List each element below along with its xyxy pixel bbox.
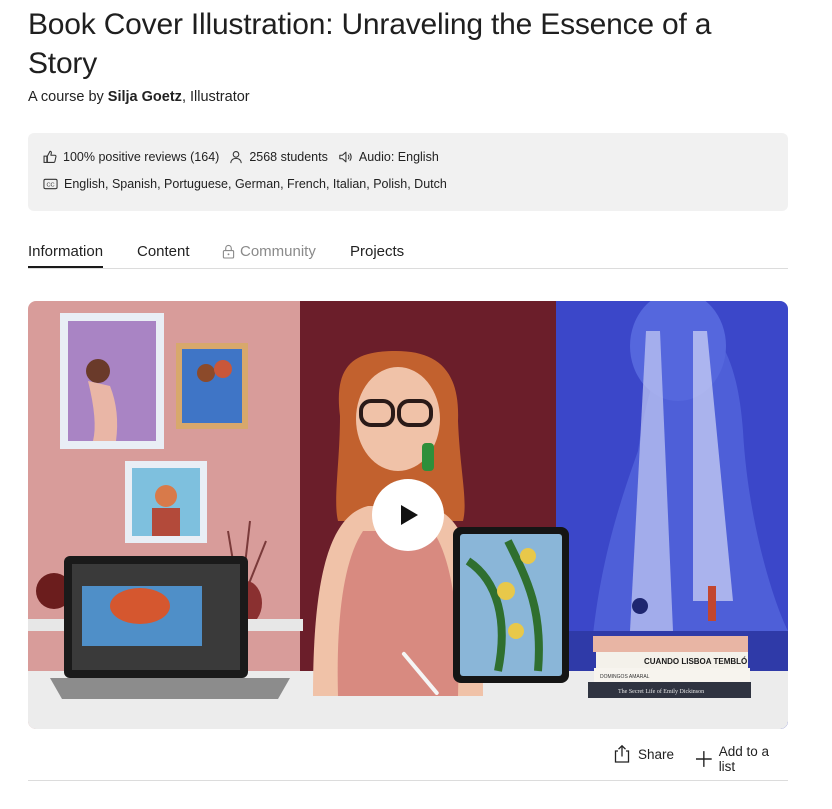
- laptop-artwork-figure: [110, 588, 170, 624]
- course-stats-panel: 100% positive reviews (164) 2568 student…: [28, 133, 788, 211]
- share-icon: [614, 744, 630, 763]
- subtitles-stat: CC English, Spanish, Portuguese, German,…: [43, 177, 447, 191]
- frame-couple-head-1: [197, 364, 215, 382]
- book-bottom-title: The Secret Life of Emily Dickinson: [618, 688, 704, 695]
- frame-dancer-head: [86, 359, 110, 383]
- students-text: 2568 students: [249, 150, 328, 164]
- lock-icon: [222, 244, 235, 259]
- user-icon: [230, 151, 243, 164]
- byline: A course by Silja Goetz, Illustrator: [28, 89, 250, 105]
- svg-text:CC: CC: [46, 182, 54, 188]
- subtitles-text: English, Spanish, Portuguese, German, Fr…: [64, 177, 447, 191]
- tab-content-label: Content: [137, 242, 190, 260]
- sitting-figure: [632, 598, 648, 614]
- tablet-flower-2: [520, 548, 536, 564]
- section-divider: [28, 780, 788, 781]
- author-role: , Illustrator: [181, 89, 250, 105]
- speaker-icon: [339, 151, 352, 163]
- standing-figure: [708, 586, 716, 621]
- closed-captions-icon: CC: [43, 178, 58, 190]
- subtitles-row: CC English, Spanish, Portuguese, German,…: [43, 177, 457, 191]
- frame-portrait-body: [152, 508, 180, 536]
- share-label: Share: [638, 746, 675, 762]
- stats-row: 100% positive reviews (164) 2568 student…: [43, 150, 449, 164]
- play-button[interactable]: [372, 479, 444, 551]
- course-title: Book Cover Illustration: Unraveling the …: [28, 8, 712, 80]
- laptop-base: [50, 678, 290, 699]
- add-to-list-button[interactable]: Add to a list: [695, 744, 788, 774]
- thumbs-up-icon: [43, 150, 57, 163]
- tab-projects-label: Projects: [350, 242, 405, 260]
- share-button[interactable]: Share: [612, 744, 674, 764]
- tab-content[interactable]: Content: [137, 240, 190, 262]
- frame-couple-head-2: [214, 360, 232, 378]
- book-top: [593, 636, 748, 652]
- byline-prefix: A course by: [28, 89, 108, 105]
- course-trailer-video[interactable]: CUANDO LISBOA TEMBLÓ DOMINGOS AMARAL The…: [28, 301, 788, 729]
- students-stat: 2568 students: [229, 150, 328, 164]
- audio-text: Audio: English: [358, 150, 439, 164]
- green-earring: [422, 443, 434, 471]
- tablet-flower-1: [497, 582, 515, 600]
- pink-top: [337, 531, 459, 696]
- course-tabs: Information Content Community Projects: [28, 240, 788, 269]
- add-to-list-label: Add to a list: [718, 744, 769, 774]
- book-middle-title: CUANDO LISBOA TEMBLÓ: [644, 657, 747, 666]
- book-lower-author: DOMINGOS AMARAL: [600, 674, 650, 680]
- audio-stat: Audio: English: [338, 150, 439, 164]
- author-name[interactable]: Silja Goetz: [108, 89, 182, 105]
- tablet-flower-3: [508, 623, 524, 639]
- tab-information[interactable]: Information: [28, 240, 104, 268]
- tab-projects[interactable]: Projects: [350, 240, 404, 262]
- tab-community[interactable]: Community: [222, 240, 316, 262]
- plus-icon: [695, 751, 712, 767]
- course-actions: Share Add to a list: [28, 744, 788, 774]
- tab-community-label: Community: [240, 242, 316, 260]
- frame-portrait-head: [155, 485, 177, 507]
- frame-couple-art: [182, 349, 242, 423]
- reviews-stat: 100% positive reviews (164): [43, 150, 219, 164]
- reviews-text: 100% positive reviews (164): [63, 150, 220, 164]
- tab-information-label: Information: [28, 242, 104, 260]
